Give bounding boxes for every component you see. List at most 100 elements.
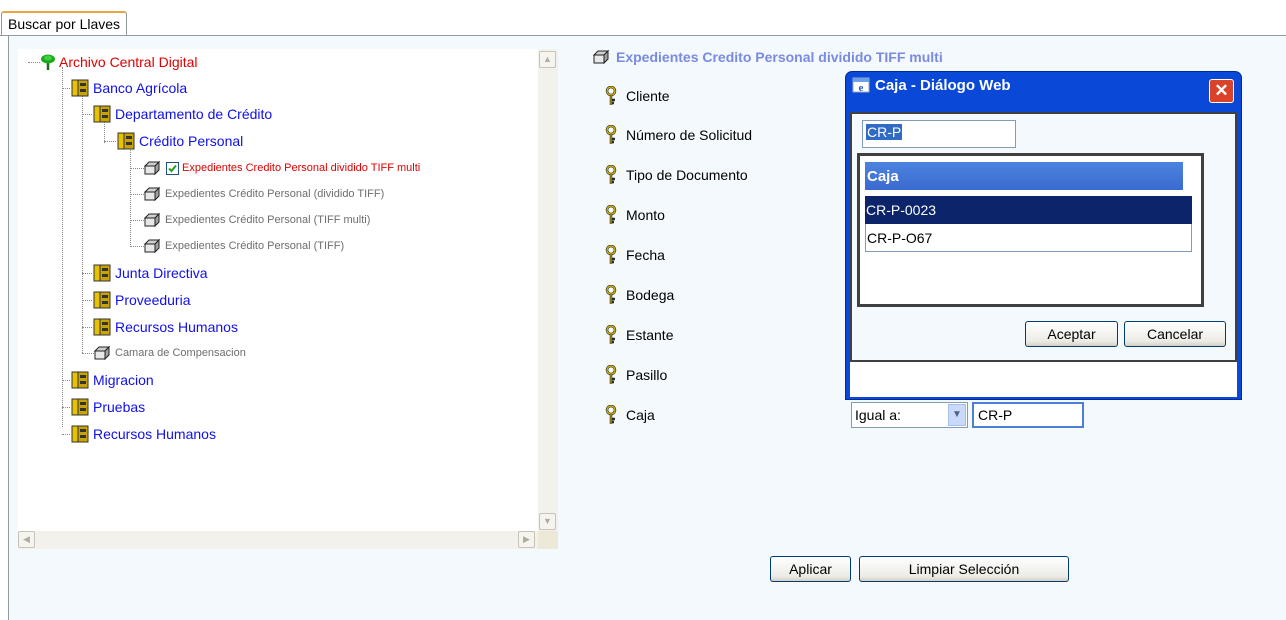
key-icon: [605, 165, 617, 184]
apply-button[interactable]: Aplicar: [770, 556, 851, 582]
tree-node-recursos-humanos-dept[interactable]: Recursos Humanos: [92, 318, 238, 336]
document-type-icon: [144, 160, 161, 176]
dialog-content: CR-P Caja CR-P-0023 CR-P-O67 Aceptar Can…: [850, 112, 1237, 362]
tree-connector: [82, 327, 92, 328]
field-caja[interactable]: Caja: [604, 405, 655, 425]
field-label: Monto: [626, 207, 665, 223]
field-label: Tipo de Documento: [626, 167, 748, 183]
dialog-body: CR-P Caja CR-P-0023 CR-P-O67 Aceptar Can…: [850, 112, 1237, 397]
chevron-down-icon[interactable]: ▼: [948, 404, 966, 426]
tree-node-label: Proveeduria: [115, 292, 191, 308]
list-item[interactable]: CR-P-0023: [865, 196, 1192, 224]
cabinet-icon: [117, 132, 135, 150]
caja-dialog: e Caja - Diálogo Web ✕ CR-P Caja CR-P-00…: [845, 71, 1242, 400]
tree-node-label: Junta Directiva: [115, 265, 208, 281]
tree-connector: [130, 220, 144, 221]
tab-buscar-por-llaves[interactable]: Buscar por Llaves: [1, 11, 128, 35]
list-header: Caja: [865, 162, 1183, 191]
caja-operator-select[interactable]: Igual a: ▼: [851, 402, 968, 428]
cabinet-icon: [93, 105, 111, 123]
tree-connector: [82, 300, 92, 301]
tree-node-junta-directiva[interactable]: Junta Directiva: [92, 264, 208, 282]
scroll-up-icon[interactable]: ▲: [539, 51, 556, 68]
field-label: Cliente: [626, 88, 670, 104]
caja-value-input[interactable]: CR-P: [972, 402, 1084, 428]
checkbox-checked-icon[interactable]: [166, 161, 179, 175]
key-icon: [605, 325, 617, 344]
document-type-icon: [94, 345, 111, 361]
tree-node-label: Crédito Personal: [139, 133, 244, 149]
field-pasillo[interactable]: Pasillo: [604, 365, 667, 385]
operator-value: Igual a:: [855, 407, 901, 423]
dialog-title: Caja - Diálogo Web: [875, 76, 1011, 94]
tree-vertical-scrollbar[interactable]: ▲ ▼: [538, 49, 558, 533]
tree-node-label: Departamento de Crédito: [115, 106, 273, 122]
document-type-icon: [144, 238, 161, 254]
cabinet-icon: [93, 318, 111, 336]
tree-icon: [41, 54, 55, 70]
cabinet-icon: [71, 425, 89, 443]
tree-connector: [62, 380, 70, 381]
field-fecha[interactable]: Fecha: [604, 245, 665, 265]
tree-connector: [104, 141, 116, 142]
cabinet-icon: [71, 398, 89, 416]
field-bodega[interactable]: Bodega: [604, 285, 674, 305]
cabinet-icon: [93, 264, 111, 282]
tree-connector: [130, 145, 131, 247]
tree-connector: [62, 67, 63, 427]
cabinet-icon: [71, 79, 89, 97]
tree-node-root[interactable]: Archivo Central Digital: [40, 53, 198, 71]
tree-node-exp-dividido-tiff[interactable]: Expedientes Crédito Personal (dividido T…: [144, 186, 384, 202]
scroll-down-icon[interactable]: ▼: [539, 513, 556, 530]
field-tipo-documento[interactable]: Tipo de Documento: [604, 165, 748, 185]
scroll-right-icon[interactable]: ▶: [518, 531, 535, 548]
close-icon[interactable]: ✕: [1209, 79, 1234, 103]
tree-node-label: Expedientes Crédito Personal (dividido T…: [165, 188, 385, 200]
tree-node-label: Recursos Humanos: [115, 319, 238, 335]
tree-connector: [130, 168, 144, 169]
tree-connector: [130, 246, 144, 247]
field-cliente[interactable]: Cliente: [604, 86, 670, 106]
field-monto[interactable]: Monto: [604, 205, 665, 225]
tree-node-recursos-humanos[interactable]: Recursos Humanos: [70, 425, 216, 443]
tree-node-exp-tiff[interactable]: Expedientes Crédito Personal (TIFF): [144, 238, 344, 254]
field-label: Bodega: [626, 287, 675, 303]
tree-connector: [82, 273, 92, 274]
field-numero-solicitud[interactable]: Número de Solicitud: [604, 125, 752, 145]
caja-list: Caja CR-P-0023 CR-P-O67: [857, 153, 1204, 307]
tree-panel: Archivo Central Digital Banco Agrícola D…: [18, 49, 558, 549]
accept-button[interactable]: Aceptar: [1025, 321, 1118, 347]
tree-node-label: Recursos Humanos: [93, 426, 216, 442]
tree-node-departamento[interactable]: Departamento de Crédito: [92, 105, 272, 123]
scroll-left-icon[interactable]: ◀: [18, 531, 35, 548]
document-type-icon: [144, 212, 161, 228]
field-estante[interactable]: Estante: [604, 325, 673, 345]
tree-node-label: Pruebas: [93, 399, 146, 415]
dialog-search-input[interactable]: CR-P: [862, 120, 1016, 148]
tree-node-pruebas[interactable]: Pruebas: [70, 398, 145, 416]
cancel-button[interactable]: Cancelar: [1124, 321, 1226, 347]
tree-node-exp-tiff-multi[interactable]: Expedientes Crédito Personal (TIFF multi…: [144, 212, 370, 228]
browser-icon: e: [852, 77, 870, 94]
tree-node-credito-personal[interactable]: Crédito Personal: [116, 132, 243, 150]
tree-node-camara[interactable]: Camara de Compensacion: [94, 345, 246, 361]
cabinet-icon: [93, 291, 111, 309]
tree-node-migracion[interactable]: Migracion: [70, 371, 154, 389]
tree-connector: [82, 353, 94, 354]
list-item[interactable]: CR-P-O67: [865, 224, 1192, 252]
tree-horizontal-scrollbar[interactable]: ◀ ▶: [18, 531, 538, 549]
tree-node-banco-agricola[interactable]: Banco Agrícola: [70, 79, 187, 97]
tree-node-proveeduria[interactable]: Proveeduria: [92, 291, 191, 309]
key-icon: [605, 245, 617, 264]
tree-connector: [82, 114, 92, 115]
scroll-corner: [538, 531, 558, 549]
cabinet-icon: [71, 371, 89, 389]
tree-node-exp-dividido-tiff-multi[interactable]: Expedientes Credito Personal dividido TI…: [144, 160, 420, 176]
tree-connector: [62, 407, 70, 408]
tree-connector: [28, 62, 40, 63]
clear-selection-button[interactable]: Limpiar Selección: [859, 556, 1069, 582]
tree-node-label: Camara de Compensacion: [115, 347, 246, 359]
field-label: Caja: [626, 407, 655, 423]
tree-connector: [130, 194, 144, 195]
key-icon: [605, 125, 617, 144]
